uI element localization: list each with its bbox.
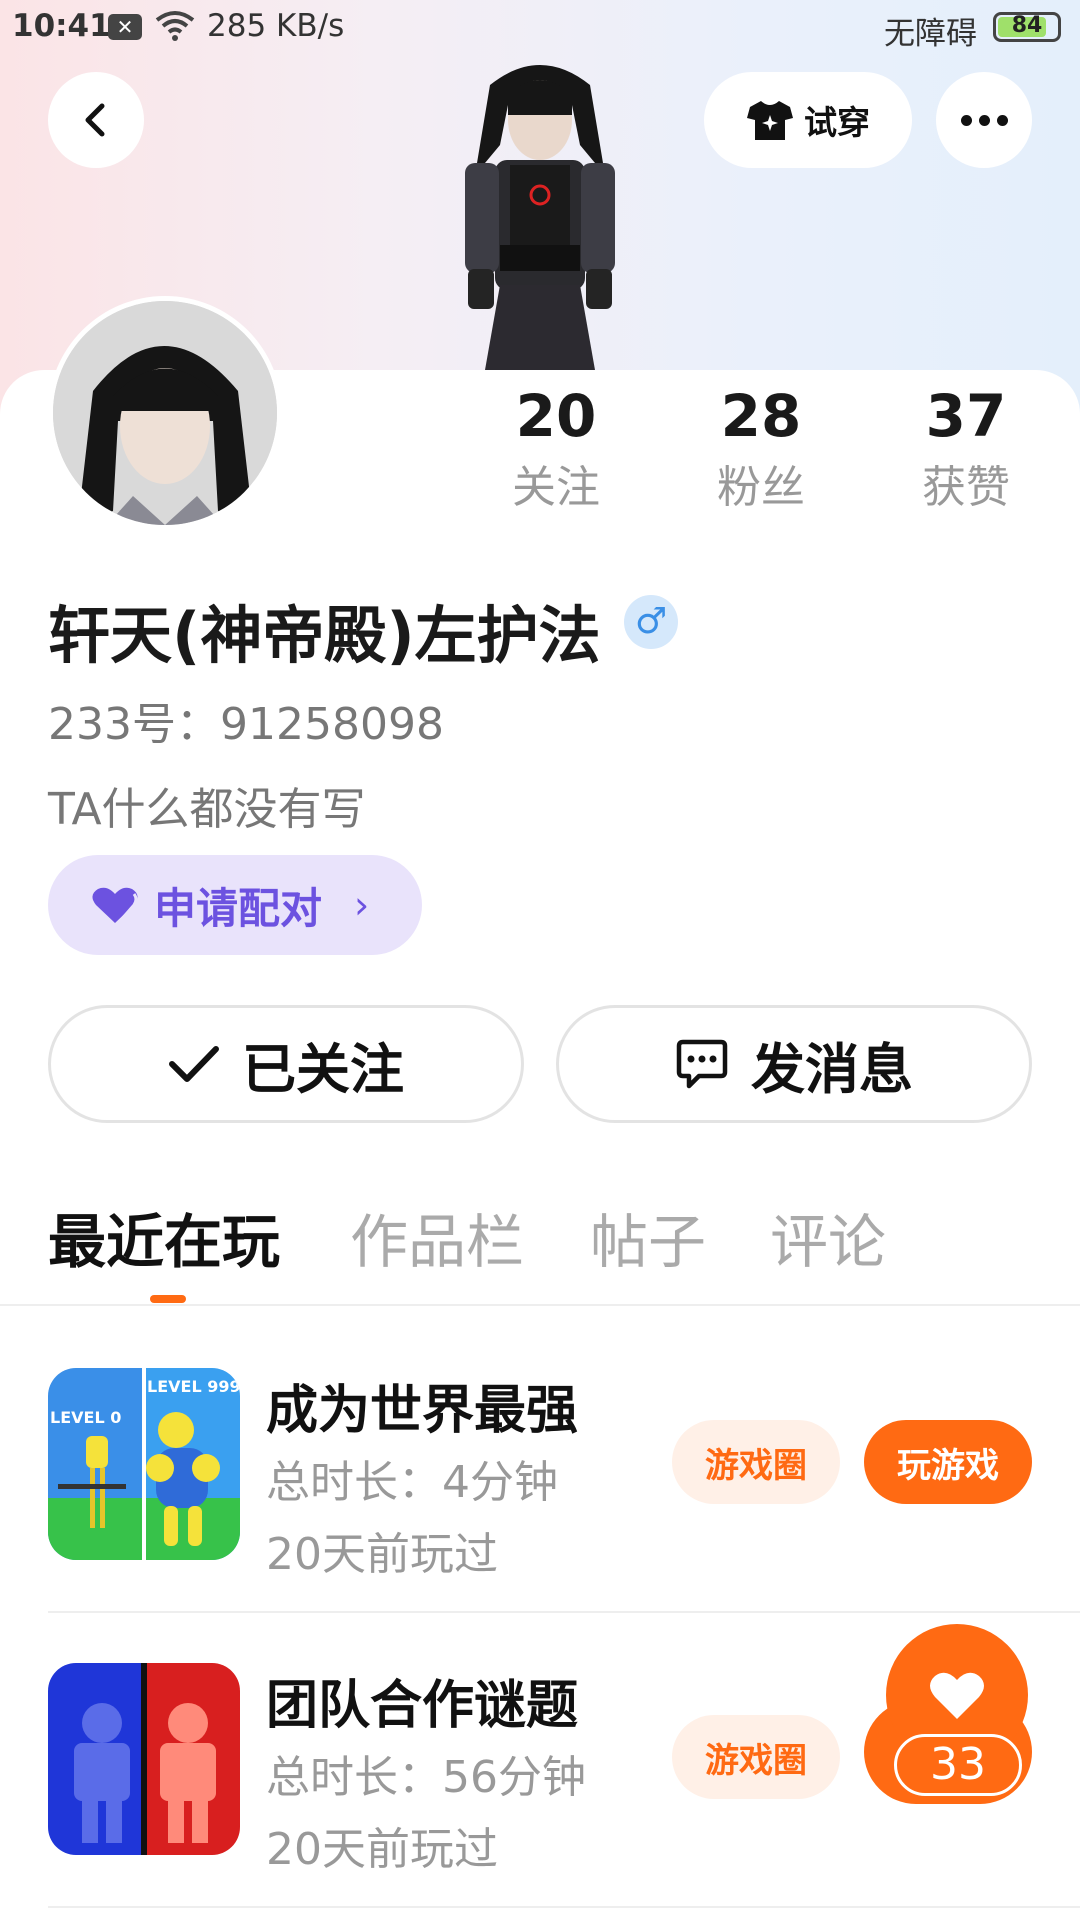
- game-thumbnail: LEVEL 0 LEVEL 999: [48, 1368, 240, 1560]
- tab-comments[interactable]: 评论: [770, 1195, 886, 1279]
- avatar[interactable]: [48, 296, 282, 530]
- game-title: 成为世界最强: [266, 1381, 579, 1441]
- like-count: 33: [894, 1734, 1022, 1796]
- tab-works[interactable]: 作品栏: [350, 1195, 524, 1279]
- following-button[interactable]: 已关注: [48, 1005, 524, 1123]
- notification-icon: ✕: [108, 14, 142, 40]
- battery-icon: 84: [993, 12, 1061, 42]
- try-on-button[interactable]: 试穿: [704, 72, 912, 168]
- bio: TA什么都没有写: [48, 784, 366, 835]
- list-item[interactable]: LEVEL 0 LEVEL 999 成为世界最强 总时长：4分钟 20天前玩过 …: [48, 1368, 1032, 1580]
- stat-following[interactable]: 20 关注: [481, 380, 631, 518]
- row-divider: [48, 1611, 1080, 1613]
- game-icon: [48, 1663, 240, 1855]
- send-message-label: 发消息: [751, 1037, 913, 1101]
- profile-tabs: 最近在玩 作品栏 帖子 评论: [0, 1195, 1080, 1305]
- followers-label: 粉丝: [717, 462, 805, 513]
- user-id: 233号：91258098: [48, 699, 444, 750]
- following-count: 20: [515, 382, 597, 450]
- tab-posts[interactable]: 帖子: [590, 1195, 706, 1279]
- likes-label: 获赞: [922, 462, 1010, 513]
- chevron-right-icon: ›: [354, 883, 370, 927]
- chevron-left-icon: [85, 103, 105, 137]
- game-last-played: 20天前玩过: [266, 1529, 498, 1580]
- more-dot-icon: [960, 114, 972, 126]
- game-icon: LEVEL 0 LEVEL 999: [48, 1368, 240, 1560]
- likes-count: 37: [925, 382, 1007, 450]
- male-gender-icon: ♂: [624, 595, 678, 649]
- more-dot-icon: [996, 114, 1008, 126]
- more-options-button[interactable]: [936, 72, 1032, 168]
- game-last-played: 20天前玩过: [266, 1824, 498, 1875]
- game-thumbnail: [48, 1663, 240, 1855]
- heart-icon: [930, 1672, 984, 1719]
- username: 轩天(神帝殿)左护法: [48, 599, 601, 672]
- game-icon-level-high: LEVEL 999: [147, 1377, 240, 1396]
- game-title: 团队合作谜题: [266, 1676, 579, 1736]
- send-message-button[interactable]: 发消息: [556, 1005, 1032, 1123]
- game-duration: 总时长：56分钟: [266, 1752, 586, 1803]
- game-duration: 总时长：4分钟: [266, 1457, 558, 1508]
- avatar-portrait: [53, 301, 277, 525]
- row-divider: [48, 1906, 1080, 1908]
- following-button-label: 已关注: [242, 1037, 404, 1101]
- active-tab-indicator: [150, 1295, 186, 1303]
- stat-likes[interactable]: 37 获赞: [891, 380, 1041, 518]
- following-label: 关注: [512, 462, 600, 513]
- game-circle-button[interactable]: 游戏圈: [672, 1715, 840, 1799]
- battery-percent: 84: [1011, 13, 1043, 38]
- game-circle-button[interactable]: 游戏圈: [672, 1420, 840, 1504]
- avatar-image: [53, 301, 277, 525]
- more-dot-icon: [978, 114, 990, 126]
- chat-bubble-icon: [676, 1039, 728, 1089]
- tab-divider: [0, 1304, 1080, 1306]
- status-time: 10:41: [12, 8, 111, 44]
- status-bar: 10:41 ✕ 285 KB/s 无障碍 84: [0, 0, 1080, 56]
- heart-icon: [92, 887, 138, 923]
- tab-recently-played[interactable]: 最近在玩: [48, 1195, 280, 1279]
- back-button[interactable]: [48, 72, 144, 168]
- avatar-3d-character: [465, 65, 615, 370]
- try-on-label: 试穿: [804, 103, 870, 142]
- request-pairing-button[interactable]: 申请配对 ›: [48, 855, 422, 955]
- accessibility-indicator: 无障碍: [884, 16, 977, 52]
- network-speed: 285 KB/s: [207, 8, 345, 44]
- pair-label: 申请配对: [154, 883, 323, 933]
- game-icon-level-low: LEVEL 0: [50, 1408, 121, 1427]
- checkmark-icon: [169, 1046, 219, 1082]
- tshirt-icon: [747, 101, 793, 140]
- wifi-icon: [155, 11, 195, 41]
- followers-count: 28: [720, 382, 802, 450]
- play-game-button[interactable]: 玩游戏: [864, 1420, 1032, 1504]
- stat-followers[interactable]: 28 粉丝: [686, 380, 836, 518]
